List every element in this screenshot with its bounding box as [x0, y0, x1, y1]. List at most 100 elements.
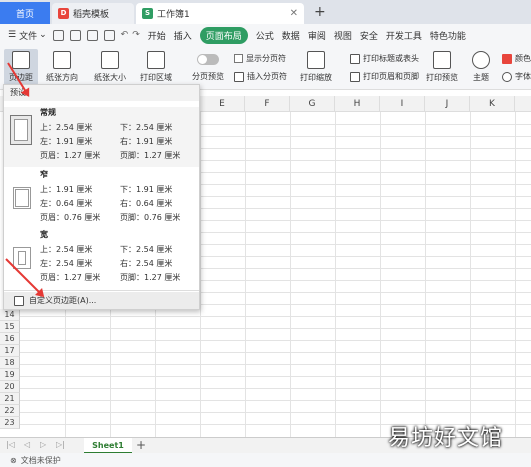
- column-header[interactable]: J: [425, 96, 470, 112]
- insert-page-break[interactable]: 插入分页符: [234, 71, 287, 82]
- tab-workbook[interactable]: S 工作簿1 ✕: [136, 3, 304, 24]
- tab-home-label: 首页: [15, 9, 34, 20]
- row-header[interactable]: 15: [0, 321, 20, 333]
- print-icon[interactable]: [69, 29, 81, 41]
- menu-special[interactable]: 特色功能: [430, 29, 466, 42]
- print-titles[interactable]: 打印标题或表头: [350, 53, 419, 64]
- column-header[interactable]: F: [245, 96, 290, 112]
- row-header[interactable]: 20: [0, 381, 20, 393]
- page-margin-box: [15, 189, 29, 207]
- menu-start[interactable]: 开始: [148, 29, 166, 42]
- print-area-button[interactable]: 打印区域: [140, 51, 172, 83]
- menu-formula[interactable]: 公式: [256, 29, 274, 42]
- preset-normal-bottom: 下：2.54 厘米: [120, 123, 173, 132]
- menu-insert[interactable]: 插入: [174, 29, 192, 42]
- preset-wide[interactable]: 宽 上：2.54 厘米 下：2.54 厘米 左：2.54 厘米 右：2.54 厘…: [4, 229, 199, 289]
- color-label: 颜色: [515, 54, 531, 63]
- print-titles-label: 打印标题或表头: [363, 54, 419, 63]
- menu-page-layout[interactable]: 页面布局: [199, 26, 248, 44]
- dropdown-divider: [4, 290, 199, 291]
- row-header[interactable]: 17: [0, 345, 20, 357]
- protect-status[interactable]: 文档未保护: [21, 455, 61, 466]
- orientation-button[interactable]: 纸张方向: [46, 51, 78, 83]
- sheet-tab[interactable]: Sheet1: [84, 438, 132, 454]
- print-zoom-label: 打印缩放: [300, 73, 332, 82]
- preset-wide-bottom: 下：2.54 厘米: [120, 245, 173, 254]
- print-header-footer[interactable]: 打印页眉和页脚: [350, 71, 419, 82]
- window-tab-bar: 首页 D 稻壳模板 S 工作簿1 ✕ +: [0, 0, 531, 24]
- show-page-break[interactable]: 显示分页符: [234, 53, 286, 64]
- add-sheet-icon[interactable]: +: [136, 438, 146, 452]
- column-header[interactable]: I: [380, 96, 425, 112]
- paper-size-button[interactable]: 纸张大小: [94, 51, 126, 83]
- orientation-label: 纸张方向: [46, 73, 78, 82]
- menu-file[interactable]: 文件: [19, 29, 37, 42]
- print-zoom-button[interactable]: 打印缩放: [300, 51, 332, 83]
- hamburger-icon[interactable]: ☰: [8, 30, 16, 40]
- show-page-break-checkbox[interactable]: [234, 54, 243, 63]
- preset-narrow[interactable]: 窄 上：1.91 厘米 下：1.91 厘米 左：0.64 厘米 右：0.64 厘…: [4, 169, 199, 229]
- preset-narrow-footer: 页脚：0.76 厘米: [120, 213, 181, 222]
- column-header[interactable]: H: [335, 96, 380, 112]
- theme-button[interactable]: 主题: [472, 51, 490, 83]
- close-icon[interactable]: ✕: [290, 8, 298, 19]
- grid-line: [20, 400, 531, 401]
- row-header[interactable]: 14: [0, 309, 20, 321]
- tab-template-label: 稻壳模板: [73, 10, 110, 20]
- chevron-down-icon[interactable]: ⌄: [39, 30, 47, 40]
- watermark-text: 易坊好文馆: [387, 426, 503, 451]
- undo-icon[interactable]: ↶: [121, 30, 129, 40]
- menu-data[interactable]: 数据: [282, 29, 300, 42]
- preview-icon[interactable]: [86, 29, 98, 41]
- row-header[interactable]: 19: [0, 369, 20, 381]
- font-button[interactable]: 字体: [502, 71, 531, 82]
- prev-sheet-icon[interactable]: ◁: [24, 440, 30, 449]
- preset-wide-right: 右：2.54 厘米: [120, 259, 173, 268]
- preset-wide-top: 上：2.54 厘米: [40, 245, 93, 254]
- preset-narrow-right: 右：0.64 厘米: [120, 199, 173, 208]
- color-button[interactable]: 颜色: [502, 53, 531, 64]
- row-header[interactable]: 18: [0, 357, 20, 369]
- page-margin-box: [14, 119, 28, 141]
- preset-wide-title: 宽: [40, 230, 48, 239]
- menu-view[interactable]: 视图: [334, 29, 352, 42]
- menu-dev-tools[interactable]: 开发工具: [386, 29, 422, 42]
- first-sheet-icon[interactable]: |◁: [6, 440, 15, 449]
- new-tab-icon[interactable]: +: [314, 4, 326, 20]
- next-sheet-icon[interactable]: ▷: [40, 440, 46, 449]
- row-header[interactable]: 21: [0, 393, 20, 405]
- page-preview-toggle[interactable]: [197, 54, 219, 65]
- last-sheet-icon[interactable]: ▷|: [56, 440, 65, 449]
- spreadsheet-icon: S: [142, 8, 153, 19]
- column-header[interactable]: G: [290, 96, 335, 112]
- menu-review[interactable]: 审阅: [308, 29, 326, 42]
- margin-dropdown: 预设 常规 上：2.54 厘米 下：2.54 厘米 左：1.91 厘米 右：1.…: [3, 84, 200, 310]
- orientation-icon: [53, 51, 71, 69]
- custom-margin-item[interactable]: 自定义页边距(A)...: [4, 292, 199, 309]
- preset-normal-left: 左：1.91 厘米: [40, 137, 93, 146]
- row-header[interactable]: 22: [0, 405, 20, 417]
- grid-line: [20, 388, 531, 389]
- page-preview-button[interactable]: 分页预览: [192, 54, 224, 82]
- preset-normal-title: 常规: [40, 108, 56, 117]
- print-preview-button[interactable]: 打印预览: [426, 51, 458, 83]
- unprotected-icon: ⊗: [10, 455, 17, 465]
- page-preview-label: 分页预览: [192, 72, 224, 81]
- preset-narrow-left: 左：0.64 厘米: [40, 199, 93, 208]
- preset-normal[interactable]: 常规 上：2.54 厘米 下：2.54 厘米 左：1.91 厘米 右：1.91 …: [4, 107, 199, 167]
- save-icon[interactable]: [52, 29, 64, 41]
- redo-icon[interactable]: ↷: [132, 30, 140, 40]
- preset-narrow-header: 页眉：0.76 厘米: [40, 213, 101, 222]
- row-header[interactable]: 23: [0, 417, 20, 429]
- column-header[interactable]: E: [200, 96, 245, 112]
- column-header[interactable]: K: [470, 96, 515, 112]
- tab-home[interactable]: 首页: [0, 2, 50, 24]
- column-header-partial: [515, 96, 531, 112]
- menu-security[interactable]: 安全: [360, 29, 378, 42]
- print-area-label: 打印区域: [140, 73, 172, 82]
- export-icon[interactable]: [103, 29, 115, 41]
- palette-icon: [472, 51, 490, 69]
- row-header[interactable]: 16: [0, 333, 20, 345]
- tab-template[interactable]: D 稻壳模板: [52, 3, 134, 24]
- color-icon: [502, 53, 512, 64]
